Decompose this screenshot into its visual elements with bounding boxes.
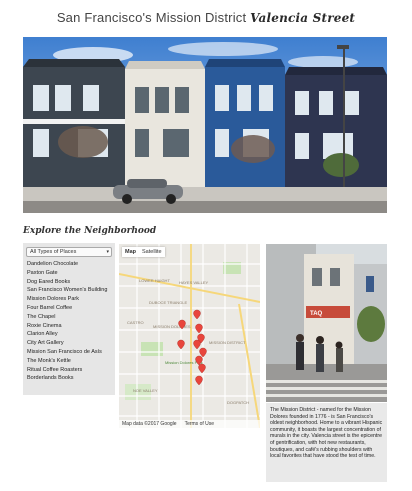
- place-item[interactable]: City Art Gallery: [26, 339, 112, 348]
- map-label-hayes-valley: HAYES VALLEY: [179, 280, 209, 285]
- map-label-duboce-triangle: DUBOCE TRIANGLE: [149, 300, 187, 305]
- place-list: Dandelion Chocolate Paxton Gate Dog Eare…: [26, 260, 112, 383]
- chevron-down-icon: ▾: [106, 249, 109, 255]
- section-heading: Explore the Neighborhood: [23, 226, 157, 236]
- title-script-text: Valencia Street: [250, 11, 356, 25]
- place-item[interactable]: Dandelion Chocolate: [26, 260, 112, 269]
- place-item[interactable]: Borderlands Books: [26, 374, 112, 383]
- tab-map[interactable]: Map: [122, 247, 139, 257]
- place-item[interactable]: Roxie Cinema: [26, 322, 112, 331]
- place-item[interactable]: Paxton Gate: [26, 269, 112, 278]
- map-label-mission-district: MISSION DISTRICT: [209, 340, 246, 345]
- hero-image: [23, 37, 387, 213]
- map-label-castro: CASTRO: [127, 320, 144, 325]
- neighborhood-map[interactable]: NOPA LOWER HAIGHT HAYES VALLEY DUBOCE TR…: [119, 244, 260, 428]
- page-title: San Francisco's Mission District Valenci…: [0, 10, 412, 25]
- map-footer: Map data ©2017 Google Terms of Use: [119, 420, 260, 428]
- street-photo: TAQ: [266, 244, 387, 402]
- place-item[interactable]: The Chapel: [26, 313, 112, 322]
- map-label-noe-valley: NOE VALLEY: [133, 388, 158, 393]
- place-item[interactable]: San Francisco Women's Building: [26, 286, 112, 295]
- place-item[interactable]: Mission Dolores Park: [26, 295, 112, 304]
- title-text: San Francisco's Mission District: [56, 10, 247, 25]
- place-type-select[interactable]: All Types of Places ▾: [26, 247, 112, 257]
- place-item[interactable]: Clarion Alley: [26, 330, 112, 339]
- map-label-lower-haight: LOWER HAIGHT: [139, 278, 170, 283]
- tab-satellite[interactable]: Satellite: [139, 247, 165, 257]
- svg-text:TAQ: TAQ: [310, 311, 323, 317]
- district-description: The Mission District - named for the Mis…: [266, 403, 387, 482]
- map-attribution: Map data ©2017 Google: [122, 421, 177, 427]
- place-item[interactable]: Dog Eared Books: [26, 278, 112, 287]
- place-item[interactable]: Mission San Francisco de Asís: [26, 348, 112, 357]
- places-panel: All Types of Places ▾ Dandelion Chocolat…: [23, 243, 115, 395]
- map-type-toggle: Map Satellite: [122, 247, 165, 257]
- place-item[interactable]: The Monk's Kettle: [26, 357, 112, 366]
- map-terms-link[interactable]: Terms of Use: [185, 420, 214, 428]
- place-item[interactable]: Ritual Coffee Roasters: [26, 366, 112, 375]
- place-item[interactable]: Four Barrel Coffee: [26, 304, 112, 313]
- place-type-select-value: All Types of Places: [30, 249, 77, 255]
- map-label-dogpatch: DOGPATCH: [227, 400, 249, 405]
